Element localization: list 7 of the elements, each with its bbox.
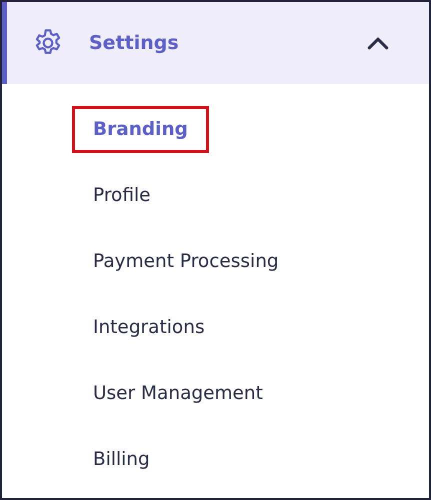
menu-item[interactable]: Billing (72, 436, 171, 482)
menu-item[interactable]: Profile (72, 172, 172, 218)
settings-menu-header[interactable]: Settings (2, 2, 429, 84)
menu-item[interactable]: Payment Processing (72, 238, 300, 284)
menu-item[interactable]: Branding (72, 106, 209, 152)
menu-item[interactable]: User Management (72, 370, 284, 416)
menu-item[interactable]: Integrations (72, 304, 226, 350)
